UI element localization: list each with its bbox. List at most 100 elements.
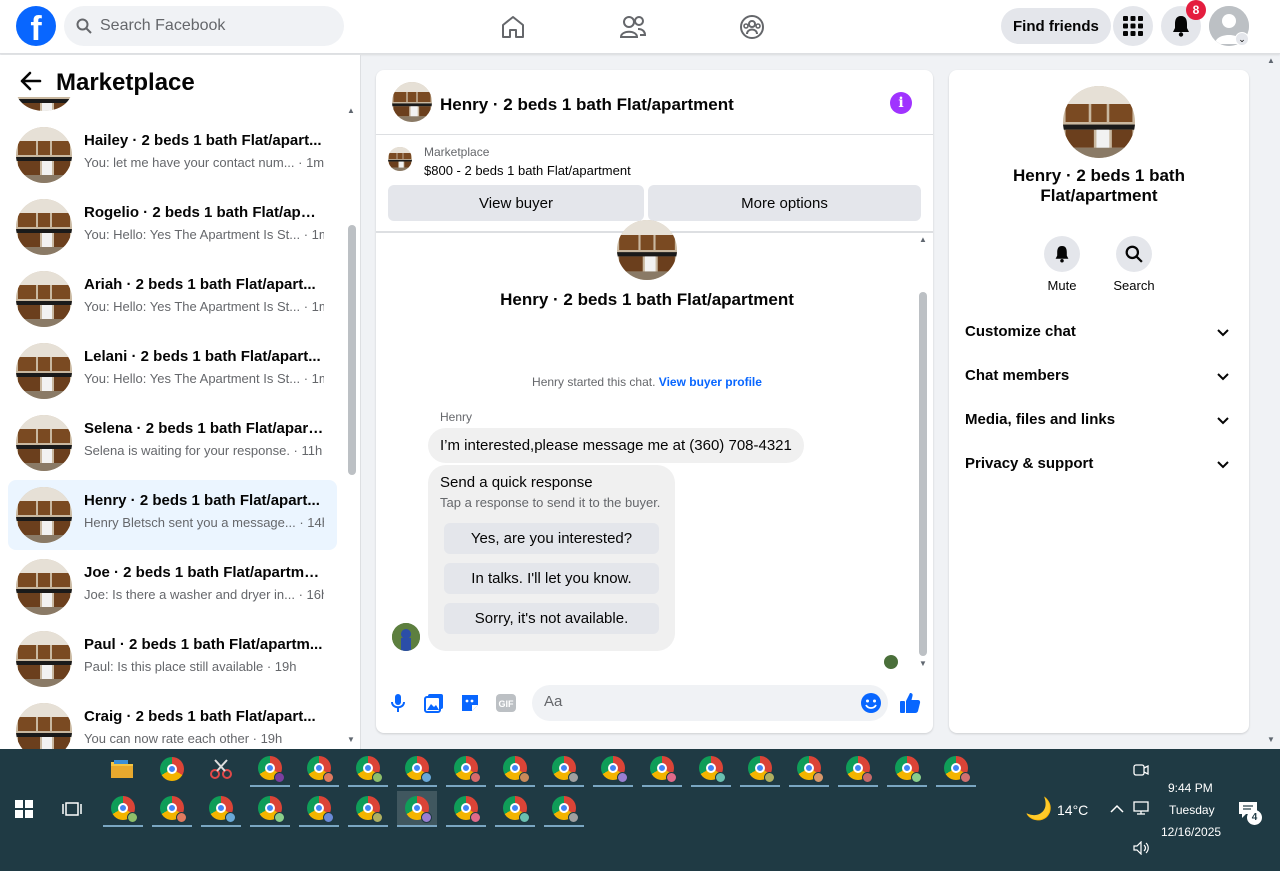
chrome-profile-icon[interactable]: [593, 751, 633, 787]
conversation-item[interactable]: Lelani · 2 beds 1 bath Flat/apart... You…: [8, 336, 337, 406]
chrome-profile-icon[interactable]: [887, 751, 927, 787]
chrome-profile-icon[interactable]: [201, 791, 241, 827]
mute-label: Mute: [1047, 278, 1077, 293]
back-arrow-icon[interactable]: [20, 71, 42, 97]
conversation-preview: You: Hello: Yes The Apartment Is St... ·…: [84, 299, 324, 314]
file-explorer-icon[interactable]: [102, 751, 142, 787]
chrome-profile-icon[interactable]: [691, 751, 731, 787]
chrome-profile-icon[interactable]: [299, 791, 339, 827]
emoji-icon[interactable]: [860, 692, 882, 719]
microphone-icon[interactable]: [387, 692, 409, 714]
home-icon[interactable]: [496, 10, 530, 44]
friends-icon[interactable]: [616, 10, 650, 44]
mute-button[interactable]: Mute: [1032, 236, 1092, 293]
find-friends-button[interactable]: Find friends: [1001, 8, 1111, 44]
chrome-profile-icon[interactable]: [446, 751, 486, 787]
chrome-profile-icon[interactable]: [299, 751, 339, 787]
quick-response-button[interactable]: Sorry, it's not available.: [444, 603, 659, 634]
search-box[interactable]: [64, 6, 344, 46]
page-scroll-up-arrow[interactable]: ▲: [1267, 56, 1275, 65]
chrome-profile-icon[interactable]: [348, 791, 388, 827]
listing-title[interactable]: $800 - 2 beds 1 bath Flat/apartment: [424, 163, 631, 178]
media-files-links-section[interactable]: Media, files and links: [965, 404, 1233, 436]
menu-grid-icon[interactable]: [1113, 6, 1153, 46]
conversation-preview: Selena is waiting for your response. · 1…: [84, 443, 323, 458]
clock-time[interactable]: 9:44 PM: [1168, 781, 1213, 795]
weather-temperature[interactable]: 14°C: [1057, 802, 1088, 818]
conversation-item[interactable]: Selena · 2 beds 1 bath Flat/apart... Sel…: [8, 408, 337, 478]
conversation-item[interactable]: Craig · 2 beds 1 bath Flat/apart... You …: [8, 696, 337, 749]
top-navigation-bar: f Find friends 8 ⌄: [0, 0, 1280, 54]
privacy-support-section[interactable]: Privacy & support: [965, 448, 1233, 480]
conversation-item[interactable]: Hailey · 2 beds 1 bath Flat/apart... You…: [8, 120, 337, 190]
message-composer[interactable]: [532, 685, 888, 721]
chrome-profile-icon[interactable]: [397, 751, 437, 787]
chat-members-section[interactable]: Chat members: [965, 360, 1233, 392]
chrome-profile-icon[interactable]: [495, 751, 535, 787]
conversation-thumbnail: [16, 199, 72, 255]
conversation-item[interactable]: Joe · 2 beds 1 bath Flat/apartment Joe: …: [8, 552, 337, 622]
chrome-profile-icon[interactable]: [740, 751, 780, 787]
conversation-preview: You: Hello: Yes The Apartment Is St... ·…: [84, 371, 324, 386]
chrome-profile-icon[interactable]: [250, 791, 290, 827]
chrome-profile-icon[interactable]: [348, 751, 388, 787]
facebook-logo[interactable]: f: [16, 6, 56, 46]
chrome-profile-icon[interactable]: [152, 791, 192, 827]
chrome-profile-icon[interactable]: [642, 751, 682, 787]
search-input[interactable]: [100, 17, 320, 35]
chrome-profile-icon[interactable]: [250, 751, 290, 787]
more-options-button[interactable]: More options: [648, 185, 921, 221]
quick-response-button[interactable]: In talks. I'll let you know.: [444, 563, 659, 594]
photo-icon[interactable]: [423, 692, 445, 714]
chrome-icon[interactable]: [152, 751, 192, 787]
scroll-up-arrow[interactable]: ▲: [347, 106, 355, 115]
network-icon[interactable]: [1133, 801, 1151, 818]
chrome-profile-icon[interactable]: [789, 751, 829, 787]
sender-avatar[interactable]: [392, 623, 420, 651]
account-chevron-icon[interactable]: ⌄: [1235, 32, 1249, 46]
snipping-tool-icon[interactable]: [201, 751, 241, 787]
info-icon[interactable]: i: [890, 92, 912, 114]
view-buyer-button[interactable]: View buyer: [388, 185, 644, 221]
message-bubble[interactable]: I’m interested,please message me at (360…: [428, 428, 804, 463]
chrome-profile-icon[interactable]: [544, 751, 584, 787]
message-input[interactable]: [544, 693, 844, 710]
chat-scrollbar[interactable]: [919, 292, 927, 656]
chrome-profile-icon[interactable]: [103, 791, 143, 827]
windows-start-icon[interactable]: [4, 791, 44, 827]
chat-header-title[interactable]: Henry · 2 beds 1 bath Flat/apartment: [440, 95, 734, 115]
page-scroll-down-arrow[interactable]: ▼: [1267, 735, 1275, 744]
conversation-item[interactable]: Ariah · 2 beds 1 bath Flat/apart... You:…: [8, 264, 337, 334]
chat-scroll-up-arrow[interactable]: ▲: [919, 235, 927, 244]
sidebar-scrollbar[interactable]: [348, 225, 356, 475]
chrome-profile-icon[interactable]: [838, 751, 878, 787]
chrome-profile-icon[interactable]: [495, 791, 535, 827]
quick-response-button[interactable]: Yes, are you interested?: [444, 523, 659, 554]
clock-date[interactable]: 12/16/2025: [1161, 825, 1221, 839]
weather-moon-icon[interactable]: 🌙: [1025, 796, 1052, 822]
conversation-item[interactable]: Rogelio · 2 beds 1 bath Flat/apar... You…: [8, 192, 337, 262]
conversation-item-active[interactable]: Henry · 2 beds 1 bath Flat/apart... Henr…: [8, 480, 337, 550]
search-chat-button[interactable]: Search: [1104, 236, 1164, 293]
like-icon[interactable]: [899, 692, 921, 714]
chat-header-thumbnail[interactable]: [392, 82, 432, 122]
chrome-profile-icon[interactable]: [936, 751, 976, 787]
meet-now-icon[interactable]: [1133, 763, 1149, 780]
chat-scroll-down-arrow[interactable]: ▼: [919, 659, 927, 668]
clock-day[interactable]: Tuesday: [1169, 803, 1215, 817]
customize-chat-section[interactable]: Customize chat: [965, 316, 1233, 348]
marketplace-label: Marketplace: [424, 145, 490, 159]
tray-chevron-up-icon[interactable]: [1110, 801, 1124, 817]
scroll-down-arrow[interactable]: ▼: [347, 735, 355, 744]
groups-icon[interactable]: [735, 10, 769, 44]
chat-intro-thumbnail: [617, 220, 677, 280]
sticker-icon[interactable]: [459, 692, 481, 714]
view-buyer-profile-link[interactable]: View buyer profile: [659, 375, 762, 389]
conversation-item[interactable]: Paul · 2 beds 1 bath Flat/apartm... Paul…: [8, 624, 337, 694]
gif-icon[interactable]: GIF: [495, 692, 517, 714]
task-view-icon[interactable]: [52, 791, 92, 827]
chrome-profile-icon[interactable]: [544, 791, 584, 827]
volume-icon[interactable]: [1133, 840, 1151, 858]
chrome-profile-icon[interactable]: [446, 791, 486, 827]
chrome-profile-icon-active[interactable]: [397, 791, 437, 827]
